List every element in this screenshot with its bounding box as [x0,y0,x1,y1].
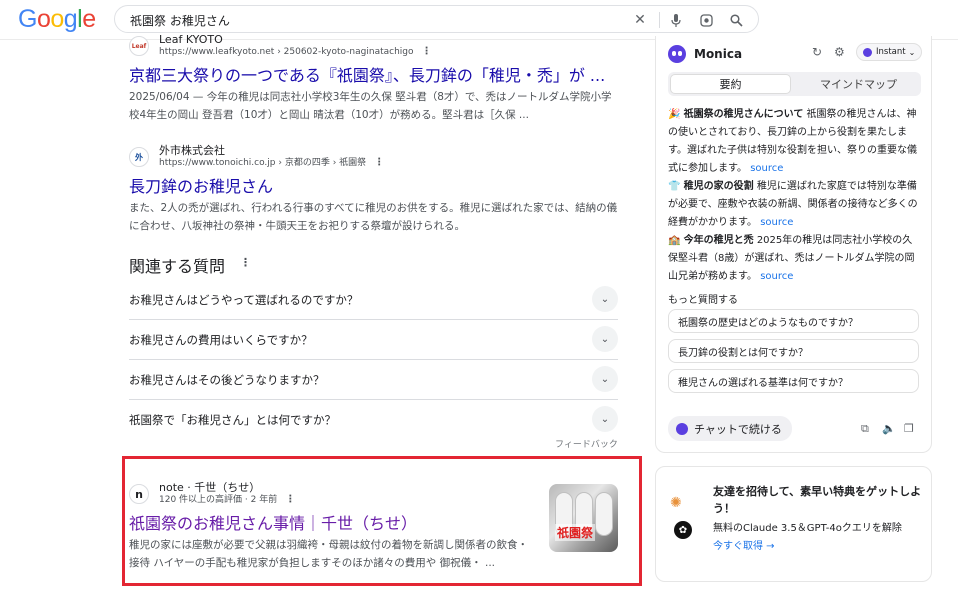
model-label: Instant [876,47,906,57]
source-link[interactable]: source [760,217,793,228]
question-text: お稚児さんはその後どうなりますか？ [129,373,325,387]
logo-letter: g [63,5,78,33]
feedback-link[interactable]: フィードバック [555,437,618,450]
thumbnail-label: 祇園祭 [555,524,596,541]
question-text: お稚児さんの費用はいくらですか？ [129,333,313,347]
suggested-question[interactable]: 稚児さんの選ばれる基準は何ですか？ [668,369,919,393]
site-name: note · 千世（ちせ） [159,481,261,494]
site-favicon: 外 [129,147,149,167]
monica-logo-icon [668,45,686,63]
result-title-link[interactable]: 祇園祭のお稚児さん事情｜千世（ちせ） [129,514,529,534]
microphone-icon[interactable] [666,10,686,30]
promo-subtitle: 無料のClaude 3.5＆GPT-4oクエリを解除 [713,523,902,534]
party-icon: 🎉 [668,109,681,120]
promo-title: 友達を招待して、素早い特典をゲットしよう！ [713,485,922,515]
site-name: 外市株式会社 [159,144,225,157]
monica-header: Monica [668,45,742,63]
logo-letter: o [36,5,51,33]
summary-paragraph: 👕 稚児の家の役割 稚児に選ばれた家庭では特別な準備が必要で、座敷や衣装の新調、… [668,178,922,232]
search-result: Leaf Leaf KYOTO https://www.leafkyoto.ne… [129,34,619,124]
result-title-link[interactable]: 長刀鉾のお稚児さん [129,177,619,197]
tab-summary[interactable]: 要約 [670,74,791,94]
suggested-question[interactable]: 長刀鉾の役割とは何ですか？ [668,339,919,363]
related-questions-title: 関連する質問 [129,257,226,276]
search-icon[interactable] [726,10,746,30]
related-question[interactable]: 祇園祭で「お稚児さん」とは何ですか？ ⌄ [129,400,618,440]
settings-sliders-icon[interactable]: ⚙ [834,45,845,59]
monica-name: Monica [694,47,743,61]
get-now-link[interactable]: 今すぐ取得 → [713,537,775,552]
model-icon [863,47,872,57]
refresh-icon[interactable]: ↻ [812,45,822,59]
shirt-icon: 👕 [668,181,681,192]
related-question[interactable]: お稚児さんはどうやって選ばれるのですか？ ⌄ [129,280,618,320]
result-source[interactable]: n note · 千世（ちせ） 120 件以上の高評価 · 2 年前 ⋮ [129,482,529,506]
result-source[interactable]: Leaf Leaf KYOTO https://www.leafkyoto.ne… [129,34,619,58]
monica-panel: Monica ↻ ⚙ Instant ⌄ 要約 マインドマップ 🎉 祇園祭の稚児… [655,36,932,453]
monica-summary: 🎉 祇園祭の稚児さんについて 祇園祭の稚児さんは、神の使いとされており、長刀鉾の… [668,106,922,286]
related-question[interactable]: お稚児さんの費用はいくらですか？ ⌄ [129,320,618,360]
capture-icon[interactable]: ⧉ [861,422,869,436]
result-snippet: また、2人の禿が選ばれ、行われる行事のすべてに稚児のお供をする。稚児に選ばれた家… [129,202,618,232]
chevron-down-icon: ⌄ [908,47,916,57]
site-url: https://www.tonoichi.co.jp › 京都の四季 › 祇園祭… [159,157,385,169]
google-logo[interactable]: Google [18,5,96,34]
chevron-down-icon[interactable]: ⌄ [592,326,618,352]
search-divider [659,12,660,28]
question-text: 祇園祭で「お稚児さん」とは何ですか？ [129,413,336,427]
result-snippet: 2025/06/04 — 今年の稚児は同志社小学校3年生の久保 堅斗君（8才）で… [129,91,612,121]
suggested-question[interactable]: 祇園祭の歴史はどのようなものですか？ [668,309,919,333]
source-link[interactable]: source [750,163,783,174]
summary-paragraph: 🏫 今年の稚児と禿 2025年の稚児は同志社小学校の久保堅斗君（8歳）が選ばれ、… [668,232,922,286]
logo-letter: o [50,5,64,33]
search-result: n note · 千世（ちせ） 120 件以上の高評価 · 2 年前 ⋮ 祇園祭の… [129,482,529,572]
summary-paragraph: 🎉 祇園祭の稚児さんについて 祇園祭の稚児さんは、神の使いとされており、長刀鉾の… [668,106,922,178]
summary-heading: 稚児の家の役割 [683,181,754,192]
monica-tabs: 要約 マインドマップ [668,72,921,96]
school-icon: 🏫 [668,235,681,246]
logo-letter: G [18,5,37,33]
result-title-link[interactable]: 京都三大祭りの一つである『祇園祭』、長刀鉾の「稚児・禿」が ... [129,66,619,86]
clear-icon[interactable]: ✕ [630,10,650,30]
more-options-icon[interactable]: ⋮ [240,256,251,269]
speaker-icon[interactable]: 🔈 [882,422,896,435]
sparkle-icon: ✺ [670,495,682,511]
more-options-icon[interactable]: ⋮ [374,157,384,169]
site-url: 120 件以上の高評価 · 2 年前 ⋮ [159,494,296,506]
summary-heading: 今年の稚児と禿 [683,235,754,246]
chevron-down-icon[interactable]: ⌄ [592,406,618,432]
lantern-shape [595,492,613,536]
continue-chat-label: チャットで続ける [694,422,782,436]
lens-icon[interactable] [696,10,716,30]
copy-icon[interactable]: ❐ [904,422,914,435]
chat-icon [676,422,688,435]
source-link[interactable]: source [760,271,793,282]
tab-mindmap[interactable]: マインドマップ [798,74,919,94]
more-questions-label: もっと質問する [668,295,738,306]
site-favicon: n [129,484,149,504]
summary-heading: 祇園祭の稚児さんについて [683,109,804,120]
continue-chat-button[interactable]: チャットで続ける [668,416,792,441]
question-text: お稚児さんはどうやって選ばれるのですか？ [129,293,359,307]
chevron-down-icon[interactable]: ⌄ [592,286,618,312]
result-snippet: 稚児の家には座敷が必要で父親は羽織袴・母親は紋付の着物を新調し関係者の飲食・接待… [129,539,528,569]
search-input[interactable]: 祇園祭 お稚児さん [130,12,230,29]
search-result: 外 外市株式会社 https://www.tonoichi.co.jp › 京都… [129,145,619,235]
openai-icon: ✿ [674,521,692,539]
result-thumbnail[interactable]: 祇園祭 [549,484,618,552]
more-options-icon[interactable]: ⋮ [285,494,295,506]
related-question[interactable]: お稚児さんはその後どうなりますか？ ⌄ [129,360,618,400]
logo-letter: e [82,5,96,33]
site-url: https://www.leafkyoto.net › 250602-kyoto… [159,46,432,58]
promo-card: ✺ ✿ 友達を招待して、素早い特典をゲットしよう！ 無料のClaude 3.5＆… [655,466,932,582]
result-source[interactable]: 外 外市株式会社 https://www.tonoichi.co.jp › 京都… [129,145,619,169]
site-favicon: Leaf [129,36,149,56]
site-name: Leaf KYOTO [159,33,223,46]
model-selector[interactable]: Instant ⌄ [856,43,923,61]
chevron-down-icon[interactable]: ⌄ [592,366,618,392]
more-options-icon[interactable]: ⋮ [422,46,432,58]
search-box[interactable]: 祇園祭 お稚児さん ✕ [114,5,759,33]
